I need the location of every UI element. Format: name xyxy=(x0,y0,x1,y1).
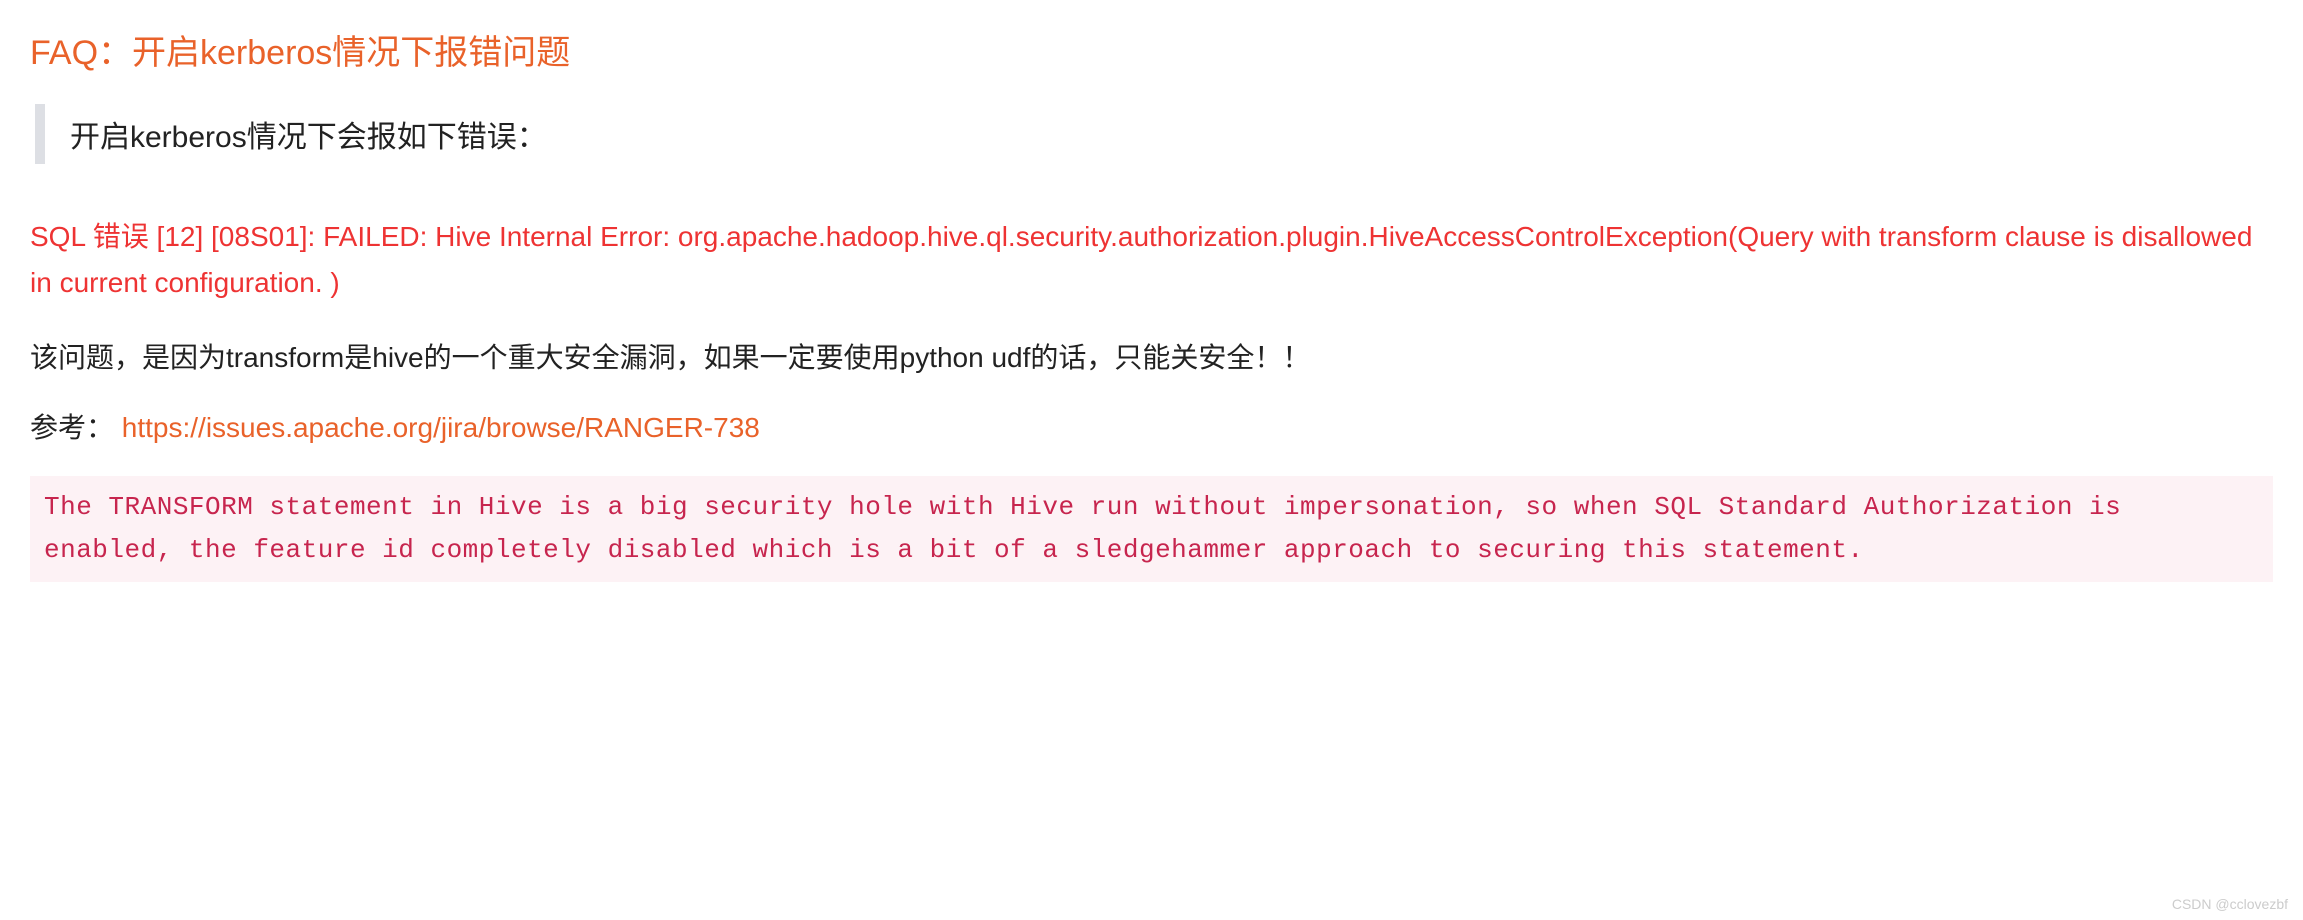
reference-label: 参考： xyxy=(30,412,122,443)
watermark: CSDN @cclovezbf xyxy=(2172,896,2288,912)
blockquote-container: 开启kerberos情况下会报如下错误： xyxy=(35,104,2273,164)
code-quote-block: The TRANSFORM statement in Hive is a big… xyxy=(30,476,2273,582)
reference-line: 参考： https://issues.apache.org/jira/brows… xyxy=(30,406,2273,446)
sql-error-message: SQL 错误 [12] [08S01]: FAILED: Hive Intern… xyxy=(30,214,2273,306)
reference-link[interactable]: https://issues.apache.org/jira/browse/RA… xyxy=(122,412,760,443)
explanation-paragraph: 该问题，是因为transform是hive的一个重大安全漏洞，如果一定要使用py… xyxy=(30,336,2273,381)
blockquote-text: 开启kerberos情况下会报如下错误： xyxy=(70,112,2248,156)
faq-heading: FAQ：开启kerberos情况下报错问题 xyxy=(30,25,2273,74)
